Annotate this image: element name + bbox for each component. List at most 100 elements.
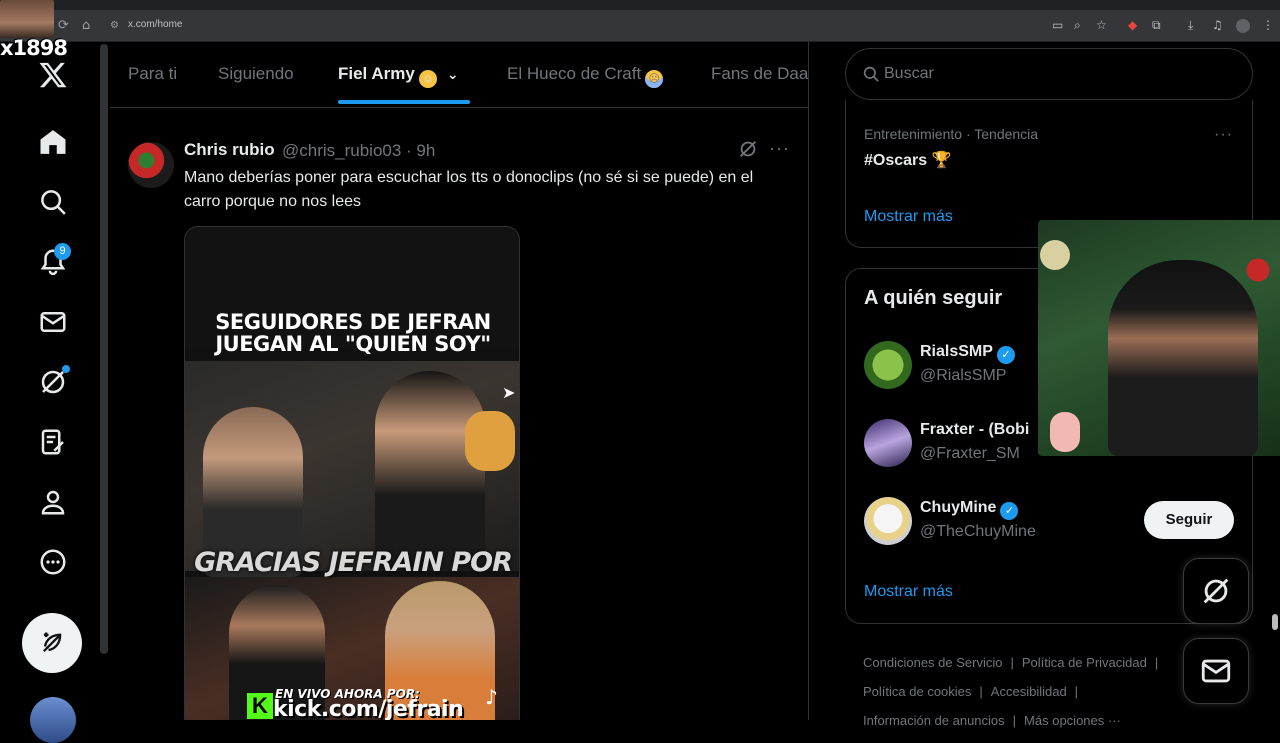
download-icon[interactable]: ⤓	[1188, 18, 1193, 33]
tab-label: Siguiendo	[218, 64, 294, 83]
grok-floating-button[interactable]	[1183, 558, 1249, 624]
tweet-author-name[interactable]: Chris rubio	[184, 140, 275, 160]
kick-logo-icon: K	[247, 693, 273, 719]
tweet-author-avatar[interactable]	[128, 142, 174, 188]
footer-link[interactable]: Información de anuncios	[863, 713, 1005, 728]
reload-icon[interactable]: ⟳	[58, 18, 69, 33]
browser-profile-avatar[interactable]	[1236, 19, 1250, 33]
home-nav-icon[interactable]	[36, 125, 70, 159]
tweet-more-icon[interactable]: ···	[769, 138, 790, 159]
compose-post-button[interactable]	[22, 613, 82, 673]
browser-tabstrip	[0, 0, 1280, 10]
tab-label: Fiel Army	[338, 64, 415, 83]
follow-button[interactable]: Seguir	[1144, 501, 1234, 539]
footer-separator: |	[1154, 655, 1159, 670]
extensions-puzzle-icon[interactable]: ⧉	[1152, 18, 1161, 33]
left-scrollbar[interactable]	[100, 44, 108, 654]
browser-toolbar: ⟳ ⌂ ⚙ x.com/home ▭ ⌕ ☆ ◆ ⧉ ⤓ ♫ ⋮	[0, 10, 1280, 42]
who-to-follow-title: A quién seguir	[864, 287, 1003, 309]
footer-link[interactable]: Más opciones ···	[1024, 713, 1121, 728]
verified-badge-icon: ✓	[1000, 502, 1019, 520]
trends-show-more-link[interactable]: Mostrar más	[864, 208, 953, 226]
tab-siguiendo[interactable]: Siguiendo	[218, 64, 294, 84]
trend-more-icon[interactable]: ···	[1214, 126, 1233, 144]
home-icon[interactable]: ⌂	[82, 18, 90, 33]
main-timeline: Para ti Siguiendo Fiel Army ☺ ⌄ El Hueco d…	[110, 42, 809, 720]
follow-name-text: RialsSMP	[920, 343, 993, 360]
streamer-face-image	[0, 0, 54, 38]
extension-icon[interactable]: ◆	[1128, 18, 1137, 32]
lists-icon[interactable]	[36, 425, 70, 459]
who-to-follow-show-more-link[interactable]: Mostrar más	[864, 583, 953, 601]
follow-avatar[interactable]	[864, 497, 912, 545]
follow-handle: @Fraxter_SM	[920, 445, 1020, 462]
grok-icon[interactable]	[36, 365, 70, 399]
video-person	[375, 371, 485, 571]
footer-link[interactable]: Condiciones de Servicio	[863, 655, 1002, 670]
footer-link[interactable]: Política de cookies	[863, 684, 971, 699]
webcam-lamp	[1040, 240, 1070, 270]
messages-floating-button[interactable]	[1183, 638, 1249, 704]
x-logo-icon[interactable]	[36, 58, 70, 92]
tab-para-ti[interactable]: Para ti	[128, 64, 177, 84]
video-scene-image	[185, 361, 519, 577]
zoom-icon[interactable]: ⌕	[1074, 18, 1081, 33]
webcam-decoration	[1238, 250, 1278, 290]
right-scrollbar-thumb[interactable]	[1272, 614, 1278, 630]
follow-name[interactable]: Fraxter - (Bobi	[920, 421, 1029, 439]
tweet-video[interactable]: SEGUIDORES DE JEFRAN JUEGAN AL "QUIEN SO…	[184, 226, 520, 720]
anxious-emoji-icon: ☹	[645, 70, 664, 88]
follow-suggestion[interactable]: ChuyMine ✓ @TheChuyMine Seguir	[864, 497, 1234, 549]
tab-el-hueco-de-craft[interactable]: El Hueco de Craft ☹	[507, 64, 664, 88]
grok-dot-badge	[62, 365, 70, 373]
pig-sticker-image	[1050, 412, 1080, 452]
messages-envelope-icon[interactable]	[36, 305, 70, 339]
follow-name-text: Fraxter - (Bobi	[920, 421, 1030, 438]
video-kick-url: kick.com/jefrain	[273, 697, 464, 720]
cowboy-emoji-icon: ☺	[418, 70, 437, 88]
site-info-icon[interactable]: ⚙	[110, 20, 119, 31]
follow-avatar[interactable]	[864, 419, 912, 467]
tweet-author-handle[interactable]: @chris_rubio03 · 9h	[282, 141, 435, 161]
account-avatar[interactable]	[30, 697, 76, 743]
tweet[interactable]: Chris rubio @chris_rubio03 · 9h ··· Mano…	[110, 122, 809, 720]
footer-separator: |	[1012, 713, 1017, 728]
follow-name-text: ChuyMine	[920, 499, 997, 516]
follow-handle: @RialsSMP	[920, 367, 1007, 384]
more-options-icon[interactable]	[36, 545, 70, 579]
notifications-bell-icon[interactable]: 9	[36, 243, 71, 279]
follow-name[interactable]: ChuyMine ✓	[920, 499, 1019, 520]
bookmark-star-icon[interactable]: ☆	[1096, 18, 1107, 32]
cast-icon[interactable]: ▭	[1052, 18, 1063, 32]
chevron-down-icon[interactable]: ⌄	[447, 67, 459, 83]
grok-explain-icon[interactable]	[737, 138, 759, 160]
tab-fiel-army[interactable]: Fiel Army ☺ ⌄	[338, 64, 459, 88]
follow-avatar[interactable]	[864, 341, 912, 389]
browser-menu-icon[interactable]: ⋮	[1262, 18, 1274, 32]
webcam-person	[1108, 260, 1258, 456]
explore-search-icon[interactable]	[36, 185, 70, 219]
verified-badge-icon: ✓	[996, 346, 1015, 364]
footer-separator: |	[1010, 655, 1014, 670]
tab-fans-de-daa[interactable]: Fans de Daa	[711, 64, 808, 84]
feather-icon	[43, 632, 62, 652]
trend-name[interactable]: #Oscars 🏆	[864, 150, 952, 170]
follow-name[interactable]: RialsSMP ✓	[920, 343, 1015, 364]
footer-link[interactable]: Accesibilidad	[991, 684, 1067, 699]
search-input[interactable]: Buscar	[845, 48, 1253, 100]
mouse-cursor-icon: ➤	[502, 383, 516, 402]
footer-separator: |	[1074, 684, 1079, 699]
footer-separator: |	[979, 684, 983, 699]
footer-link[interactable]: Política de Privacidad	[1022, 655, 1147, 670]
video-caption: GRACIAS JEFRAIN POR	[194, 547, 513, 578]
address-bar[interactable]: x.com/home	[128, 19, 182, 30]
profile-person-icon[interactable]	[36, 485, 70, 519]
notifications-badge: 9	[54, 243, 71, 260]
search-placeholder: Buscar	[884, 65, 934, 82]
video-hand	[465, 411, 515, 471]
tab-label: Para ti	[128, 64, 178, 83]
media-icon[interactable]: ♫	[1212, 18, 1223, 32]
active-tab-indicator	[338, 100, 470, 104]
timeline-tabs: Para ti Siguiendo Fiel Army ☺ ⌄ El Hueco d…	[110, 42, 809, 108]
video-title: SEGUIDORES DE JEFRAN JUEGAN AL "QUIEN SO…	[215, 310, 491, 356]
